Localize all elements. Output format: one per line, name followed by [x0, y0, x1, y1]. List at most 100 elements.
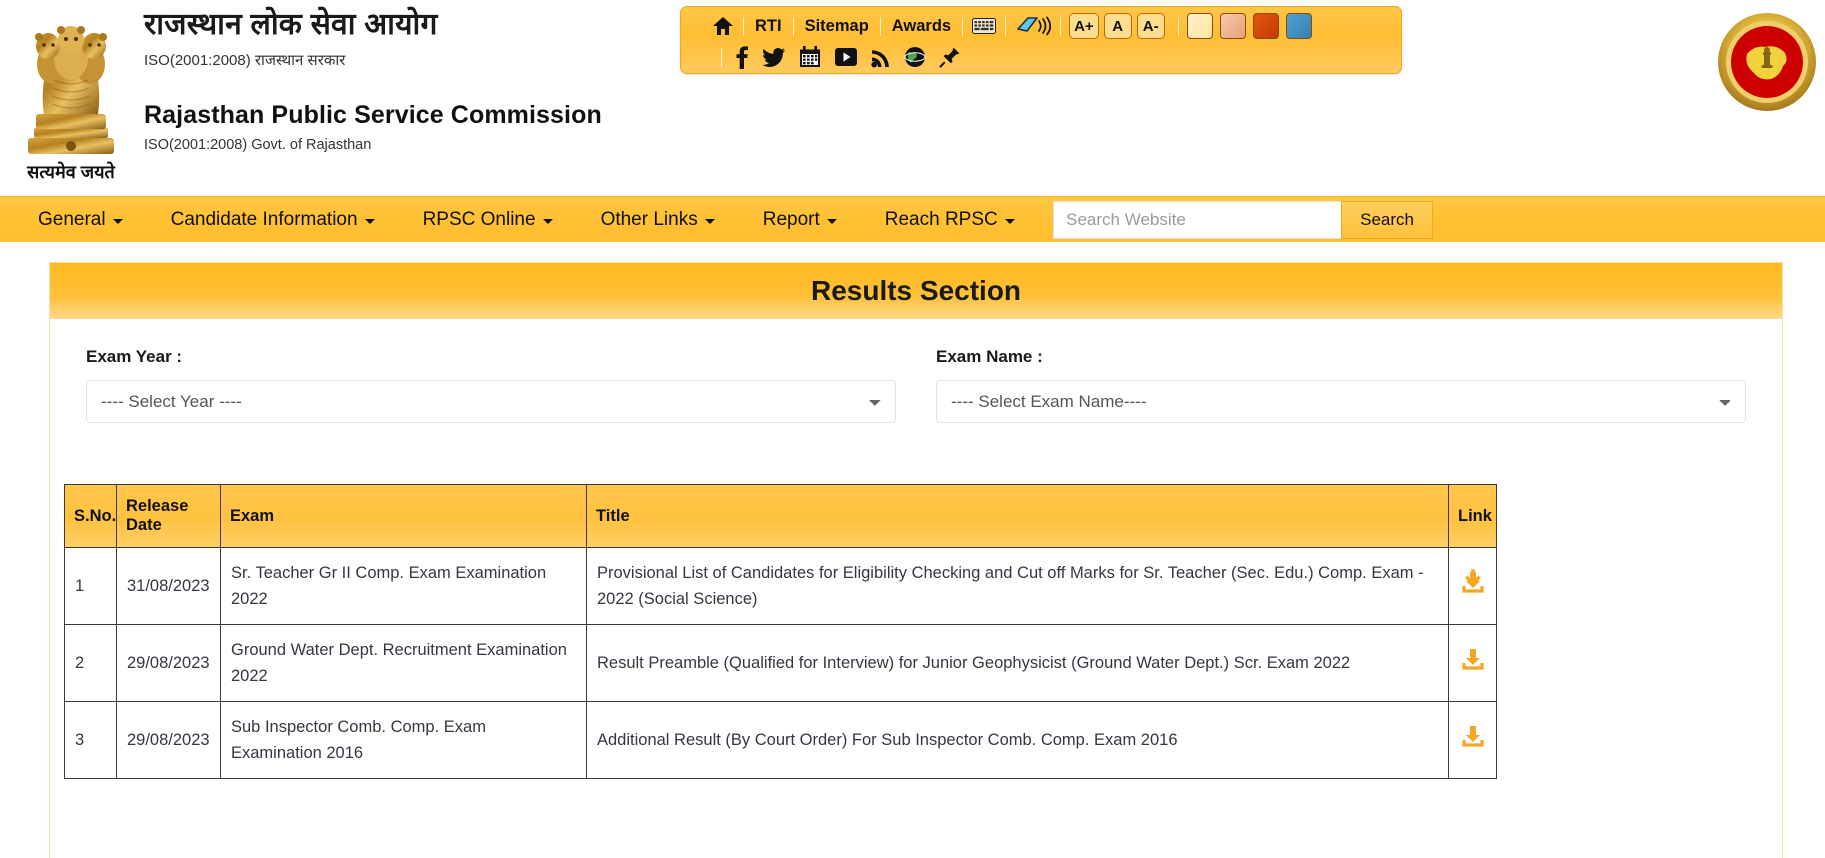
keyboard-icon[interactable] [963, 18, 1005, 34]
exam-name-field: Exam Name : ---- Select Exam Name---- [936, 347, 1746, 423]
divider [1060, 16, 1062, 36]
column-header-exam: Exam [220, 484, 587, 548]
column-header-release-date: Release Date [116, 484, 221, 548]
utility-bar-row-social [703, 42, 1391, 72]
site-search: Search [1053, 200, 1433, 239]
table-header-row: S.No. Release Date Exam Title Link [64, 484, 1497, 548]
emblem-motto-text: सत्यमेव जयते [26, 161, 115, 182]
font-increase-button[interactable]: A+ [1069, 13, 1099, 39]
table-row: 2 29/08/2023 Ground Water Dept. Recruitm… [64, 624, 1497, 703]
rti-link[interactable]: RTI [744, 17, 793, 36]
theme-swatch-cream[interactable] [1186, 13, 1213, 39]
exam-year-select[interactable]: ---- Select Year ---- [86, 380, 896, 423]
cell-exam: Sr. Teacher Gr II Comp. Exam Examination… [220, 546, 587, 626]
site-header: सत्यमेव जयते राजस्थान लोक सेवा आयोग ISO(… [0, 0, 1825, 196]
rss-icon[interactable] [871, 46, 891, 68]
font-decrease-button[interactable]: A- [1136, 13, 1165, 39]
cell-sno: 1 [64, 546, 117, 626]
chevron-down-icon [364, 218, 375, 224]
cell-title: Result Preamble (Qualified for Interview… [586, 624, 1449, 703]
facebook-icon[interactable] [735, 45, 749, 69]
cell-exam: Sub Inspector Comb. Comp. Exam Examinati… [220, 701, 587, 780]
site-subtitle-english: ISO(2001:2008) Govt. of Rajasthan [144, 136, 372, 153]
twitter-icon[interactable] [762, 46, 786, 68]
nav-label: Other Links [600, 208, 698, 230]
nav-item-other-links[interactable]: Other Links [601, 209, 715, 231]
utility-bar: RTI Sitemap Awards A+ A A- [680, 6, 1402, 74]
pin-icon[interactable] [939, 46, 961, 68]
nav-label: General [38, 208, 106, 230]
chevron-down-icon [112, 218, 123, 224]
nav-label: Candidate Information [170, 208, 358, 230]
home-icon[interactable] [703, 16, 743, 36]
header-titles: राजस्थान लोक सेवा आयोग ISO(2001:2008) रा… [144, 6, 602, 153]
results-table-body: 1 31/08/2023 Sr. Teacher Gr II Comp. Exa… [64, 546, 1497, 780]
table-row: 1 31/08/2023 Sr. Teacher Gr II Comp. Exa… [64, 546, 1497, 626]
table-row: 3 29/08/2023 Sub Inspector Comb. Comp. E… [64, 701, 1497, 780]
chevron-down-icon [1004, 218, 1015, 224]
calendar-icon[interactable] [799, 46, 821, 68]
cell-date: 31/08/2023 [116, 546, 221, 626]
utility-bar-row-primary: RTI Sitemap Awards A+ A A- [703, 11, 1391, 41]
exam-name-select[interactable]: ---- Select Exam Name---- [936, 380, 1746, 423]
results-panel-header: Results Section [50, 263, 1782, 319]
nav-item-rpsc-online[interactable]: RPSC Online [423, 209, 553, 231]
cell-title: Additional Result (By Court Order) For S… [586, 701, 1449, 780]
nav-item-reach-rpsc[interactable]: Reach RPSC [885, 209, 1015, 231]
screen-reader-icon[interactable] [1006, 15, 1060, 37]
nav-item-candidate-information[interactable]: Candidate Information [171, 209, 375, 231]
theme-swatch-blue[interactable] [1285, 13, 1312, 39]
font-normal-button[interactable]: A [1103, 13, 1132, 39]
youtube-icon[interactable] [834, 47, 858, 67]
exam-year-label: Exam Year : [86, 347, 183, 366]
search-button[interactable]: Search [1341, 200, 1433, 239]
nav-item-general[interactable]: General [38, 209, 123, 231]
chevron-down-icon [826, 218, 837, 224]
chevron-down-icon [542, 218, 553, 224]
rpsc-seal-logo [1717, 12, 1817, 112]
site-title-english: Rajasthan Public Service Commission [144, 100, 602, 129]
exam-name-label: Exam Name : [936, 347, 1043, 366]
national-emblem-logo: सत्यमेव जयते [10, 2, 132, 190]
sitemap-link[interactable]: Sitemap [794, 17, 880, 36]
cell-sno: 3 [64, 701, 117, 780]
theme-swatch-peach[interactable] [1219, 13, 1246, 39]
site-subtitle-hindi: ISO(2001:2008) राजस्थान सरकार [144, 51, 346, 69]
search-input[interactable] [1053, 200, 1342, 239]
cell-link [1448, 701, 1497, 780]
main-navigation: General Candidate Information RPSC Onlin… [0, 196, 1825, 242]
cell-sno: 2 [64, 624, 117, 703]
chevron-down-icon [704, 218, 715, 224]
column-header-sno: S.No. [64, 484, 117, 548]
results-table-head: S.No. Release Date Exam Title Link [64, 484, 1497, 548]
download-icon[interactable] [1460, 646, 1486, 672]
divider [721, 47, 722, 67]
column-header-title: Title [586, 484, 1449, 548]
divider [1177, 16, 1179, 36]
download-icon[interactable] [1460, 569, 1486, 595]
filter-form: Exam Year : ---- Select Year ---- Exam N… [50, 319, 1782, 423]
nav-label: Report [762, 208, 820, 230]
page-title: Results Section [810, 275, 1022, 306]
theme-swatch-orange[interactable] [1252, 13, 1279, 39]
globe-icon[interactable] [904, 46, 926, 68]
theme-color-controls [1186, 13, 1319, 39]
cell-link [1448, 624, 1497, 703]
exam-year-field: Exam Year : ---- Select Year ---- [86, 347, 896, 423]
cell-title: Provisional List of Candidates for Eligi… [586, 546, 1449, 626]
cell-link [1448, 546, 1497, 626]
nav-label: RPSC Online [422, 208, 536, 230]
cell-date: 29/08/2023 [116, 624, 221, 703]
results-panel: Results Section Exam Year : ---- Select … [49, 262, 1783, 858]
column-header-link: Link [1448, 484, 1497, 548]
cell-exam: Ground Water Dept. Recruitment Examinati… [220, 624, 587, 703]
nav-label: Reach RPSC [884, 208, 998, 230]
download-icon[interactable] [1460, 723, 1486, 749]
results-table-container: S.No. Release Date Exam Title Link 1 31/… [64, 484, 1746, 780]
results-table: S.No. Release Date Exam Title Link 1 31/… [64, 484, 1497, 780]
awards-link[interactable]: Awards [881, 17, 962, 36]
nav-item-report[interactable]: Report [763, 209, 837, 231]
site-title-hindi: राजस्थान लोक सेवा आयोग [144, 8, 438, 41]
cell-date: 29/08/2023 [116, 701, 221, 780]
font-size-controls: A+ A A- [1069, 13, 1170, 39]
